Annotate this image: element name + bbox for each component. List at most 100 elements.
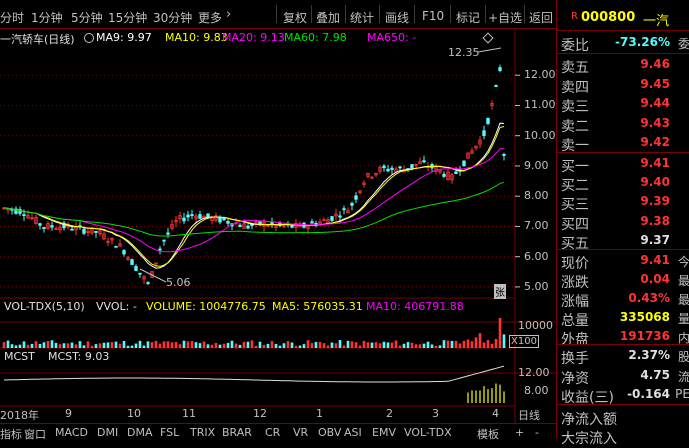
x100-label: X100 (509, 335, 539, 348)
period-tab-more[interactable]: 更多 (198, 9, 222, 26)
volume-bar (62, 343, 66, 348)
settings-circle-icon[interactable] (84, 33, 94, 43)
volume-bar (414, 344, 418, 348)
kline-chart[interactable] (0, 28, 556, 423)
candle (218, 215, 222, 225)
candle (106, 237, 110, 247)
overlay-button[interactable]: 叠加 (316, 9, 340, 26)
candle (174, 216, 178, 227)
volume-bar (450, 340, 454, 348)
volume-bar (438, 345, 442, 348)
date-tick: 12 (253, 407, 267, 420)
draw-line-button[interactable]: 画线 (385, 9, 409, 26)
volume-bar (442, 340, 446, 348)
indicator-tab-9[interactable]: VR (293, 426, 308, 439)
volume-bar (174, 341, 178, 348)
volume-bar (238, 344, 242, 348)
period-tab-5min[interactable]: 5分钟 (71, 9, 103, 26)
volume-bar (270, 341, 274, 348)
candle (162, 239, 166, 246)
volume-bar (354, 342, 358, 348)
indicator-tab-6[interactable]: TRIX (190, 426, 215, 439)
candle (246, 224, 250, 230)
candle (82, 227, 86, 236)
volume-bar (262, 344, 266, 348)
candle (366, 172, 370, 179)
indicator-tab-5[interactable]: FSL (160, 426, 179, 439)
flow-row-2: 大宗流入 (561, 431, 617, 447)
candle (434, 163, 438, 175)
candle-body (330, 216, 334, 221)
volume-bar (358, 345, 362, 348)
period-tab-15min[interactable]: 15分钟 (108, 9, 147, 26)
indicator-tab-11[interactable]: ASI (344, 426, 362, 439)
period-tab-1min[interactable]: 1分钟 (31, 9, 63, 26)
fuquan-button[interactable]: 复权 (283, 9, 307, 26)
candle (294, 219, 298, 233)
volume-bar (26, 344, 30, 348)
volume-bar (486, 340, 490, 348)
candle (490, 100, 494, 110)
indicator-tab-7[interactable]: BRAR (222, 426, 252, 439)
stats-button[interactable]: 统计 (350, 9, 374, 26)
volume-bar (94, 344, 98, 348)
chevron-right-icon[interactable]: › (226, 7, 231, 22)
indicator-tab-10[interactable]: OBV (318, 426, 341, 439)
candle (282, 225, 286, 229)
indicator-tab-14[interactable]: 模板 (477, 426, 499, 442)
candle-body (410, 164, 414, 169)
candle (446, 168, 450, 181)
volume-bar (178, 344, 182, 348)
volume-bar (218, 344, 222, 348)
period-label[interactable]: 日线 (518, 407, 540, 423)
back-button[interactable]: 返回 (529, 9, 553, 26)
indicator-tab-2[interactable]: MACD (55, 426, 88, 439)
candle (90, 227, 94, 235)
volume-bar (154, 340, 158, 348)
indicator-tab-4[interactable]: DMA (127, 426, 153, 439)
plus-button[interactable]: + (515, 426, 524, 439)
candle (178, 212, 182, 224)
volume-bar (366, 342, 370, 348)
candle-body (290, 225, 294, 228)
volume-bar (502, 334, 506, 348)
indicator-tab-13[interactable]: VOL-TDX (404, 426, 452, 439)
candle-body (386, 168, 390, 172)
candle (418, 157, 422, 165)
volume-bar (222, 343, 226, 348)
candle (226, 219, 230, 227)
volume-bar (402, 343, 406, 348)
add-watchlist-button[interactable]: +自选 (488, 9, 522, 26)
candle (238, 223, 242, 227)
volume-bar (190, 341, 194, 348)
volume-bar (310, 343, 314, 348)
candle-body (502, 153, 506, 156)
mark-button[interactable]: 标记 (456, 9, 480, 26)
candle (122, 249, 126, 257)
indicator-tab-3[interactable]: DMI (97, 426, 118, 439)
indicator-tab-12[interactable]: EMV (372, 426, 396, 439)
vol-ma10-value: MA10: 406791.88 (366, 300, 464, 313)
candle-body (238, 224, 242, 227)
candle-body (398, 166, 402, 169)
volume-bar (138, 340, 142, 348)
volume-bar (378, 343, 382, 348)
candle-body (42, 227, 46, 229)
candle (342, 205, 346, 215)
volume-bar (130, 345, 134, 348)
candle (258, 221, 262, 226)
minus-button[interactable]: - (535, 426, 539, 439)
mcst-value: MCST: 9.03 (48, 350, 110, 363)
f10-button[interactable]: F10 (422, 9, 444, 23)
indicator-tab-0[interactable]: 指标 (0, 426, 22, 442)
indicator-tab-1[interactable]: 窗口 (24, 426, 46, 442)
candle-body (130, 259, 134, 265)
period-tab-intraday[interactable]: 分时 (0, 9, 24, 26)
indicator-tab-8[interactable]: CR (265, 426, 280, 439)
stock-code: 000800 (581, 10, 636, 25)
candle-body (166, 232, 170, 235)
volume-bar (114, 341, 118, 348)
candle-body (454, 171, 458, 174)
period-tab-30min[interactable]: 30分钟 (153, 9, 192, 26)
candle-body (206, 213, 210, 218)
